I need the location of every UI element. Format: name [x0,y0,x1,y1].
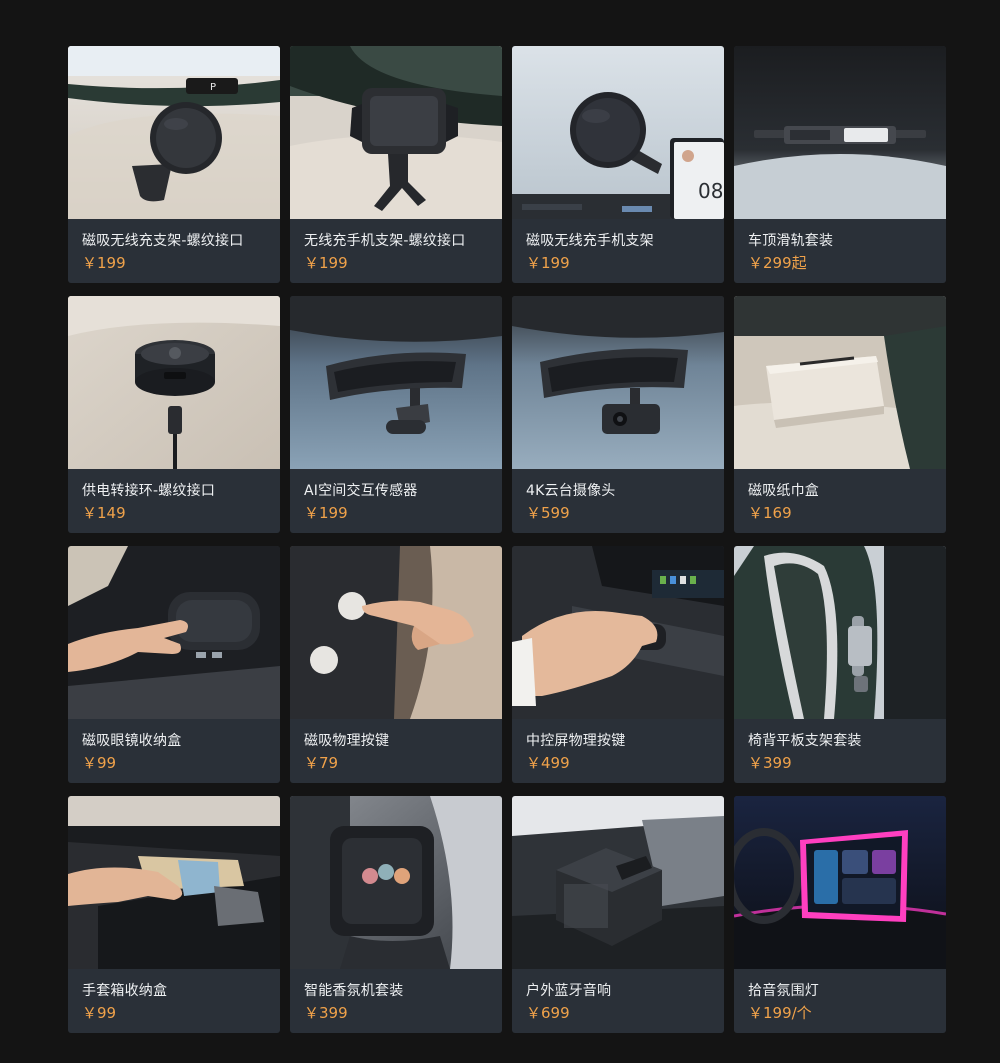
product-card[interactable]: 车顶滑轨套装 ￥299起 [734,46,946,283]
product-card[interactable]: 磁吸纸巾盒 ￥169 [734,296,946,533]
product-name: 手套箱收纳盒 [82,983,168,999]
product-name: 磁吸物理按键 [304,733,390,749]
product-image [734,546,946,719]
product-card[interactable]: 拾音氛围灯 ￥199/个 [734,796,946,1033]
product-image [512,546,724,719]
product-price: ￥99 [82,1004,117,1022]
product-image [68,796,280,969]
product-image [290,796,502,969]
product-image [734,296,946,469]
product-image [290,546,502,719]
product-price: ￥149 [82,504,126,522]
product-price: ￥299起 [748,254,807,272]
product-name: 磁吸无线充支架-螺纹接口 [82,233,244,249]
product-card[interactable]: 磁吸眼镜收纳盒 ￥99 [68,546,280,783]
product-name: 户外蓝牙音响 [526,983,612,999]
product-name: 车顶滑轨套装 [748,233,834,249]
product-card[interactable]: 无线充手机支架-螺纹接口 ￥199 [290,46,502,283]
product-name: 拾音氛围灯 [748,983,819,999]
product-image [734,796,946,969]
product-name: 供电转接环-螺纹接口 [82,483,216,499]
product-name: 磁吸纸巾盒 [748,483,819,499]
product-card[interactable]: AI空间交互传感器 ￥199 [290,296,502,533]
product-card[interactable]: 智能香氛机套装 ￥399 [290,796,502,1033]
product-name: 椅背平板支架套装 [748,733,862,749]
product-name: 无线充手机支架-螺纹接口 [304,233,466,249]
screen-clock-text: 08 [698,179,723,203]
product-price: ￥199 [304,504,348,522]
product-image [68,296,280,469]
product-name: 智能香氛机套装 [304,983,404,999]
dashboard-gear-indicator: P [210,82,216,93]
product-price: ￥399 [748,754,792,772]
product-name: 磁吸眼镜收纳盒 [82,733,182,749]
product-price: ￥599 [526,504,570,522]
product-image [734,46,946,219]
product-price: ￥79 [304,754,339,772]
product-image [68,546,280,719]
product-name: AI空间交互传感器 [304,483,418,499]
product-price: ￥199 [82,254,126,272]
product-card[interactable]: 户外蓝牙音响 ￥699 [512,796,724,1033]
product-price: ￥699 [526,1004,570,1022]
product-card[interactable]: 供电转接环-螺纹接口 ￥149 [68,296,280,533]
product-price: ￥499 [526,754,570,772]
product-card[interactable]: 08 磁吸无线充手机支架 ￥199 [512,46,724,283]
product-card[interactable]: 手套箱收纳盒 ￥99 [68,796,280,1033]
product-image [290,296,502,469]
product-name: 磁吸无线充手机支架 [526,233,654,249]
product-card[interactable]: 磁吸物理按键 ￥79 [290,546,502,783]
product-price: ￥199 [526,254,570,272]
product-price: ￥199 [304,254,348,272]
product-price: ￥169 [748,504,792,522]
product-price: ￥99 [82,754,117,772]
product-name: 4K云台摄像头 [526,483,616,499]
product-price: ￥399 [304,1004,348,1022]
product-image [512,796,724,969]
product-card[interactable]: 4K云台摄像头 ￥599 [512,296,724,533]
product-image: P [68,46,280,219]
product-name: 中控屏物理按键 [526,733,626,749]
product-image [512,296,724,469]
product-price: ￥199/个 [748,1004,812,1022]
product-image [290,46,502,219]
product-image: 08 [512,46,724,219]
product-card[interactable]: P 磁吸无线充支架-螺纹接口 ￥199 [68,46,280,283]
product-card[interactable]: 中控屏物理按键 ￥499 [512,546,724,783]
product-card[interactable]: 椅背平板支架套装 ￥399 [734,546,946,783]
product-grid: P 磁吸无线充支架-螺纹接口 ￥199 无线充手机支架-螺纹接口 ￥199 08… [68,46,946,1033]
